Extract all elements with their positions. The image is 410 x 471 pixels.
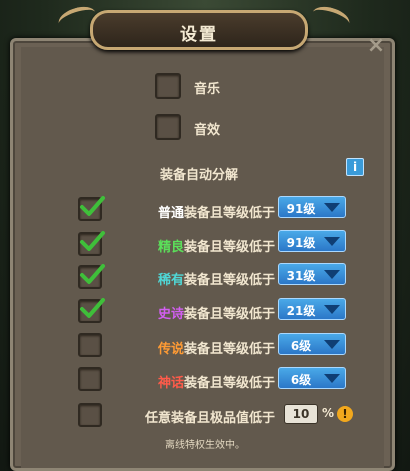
footer-status: 离线特权生效中。 xyxy=(165,440,245,451)
level-dropdown-rare[interactable]: 31级 xyxy=(278,263,346,285)
warning-icon[interactable]: ! xyxy=(337,406,353,422)
checkmark-icon xyxy=(80,196,105,216)
level-dropdown-epic[interactable]: 21级 xyxy=(278,298,346,320)
row-checkbox-legend[interactable] xyxy=(78,333,102,357)
auto-dismantle-heading: 装备自动分解 xyxy=(160,168,239,183)
quality-label: 任意装备且极品值低于 xyxy=(145,411,276,426)
panel-inner xyxy=(21,47,384,468)
level-dropdown-common[interactable]: 91级 xyxy=(278,196,346,218)
level-dropdown-fine[interactable]: 91级 xyxy=(278,230,346,252)
row-checkbox-myth[interactable] xyxy=(78,367,102,391)
row-checkbox-quality[interactable] xyxy=(78,403,102,427)
row-label-common: 普通装备且等级低于 xyxy=(158,206,276,221)
music-label: 音乐 xyxy=(194,82,221,97)
sfx-checkbox[interactable] xyxy=(155,114,181,140)
level-dropdown-legend[interactable]: 6级 xyxy=(278,333,346,355)
checkmark-icon xyxy=(80,264,105,284)
checkmark-icon xyxy=(80,231,105,251)
chevron-down-icon xyxy=(324,203,340,212)
row-label-myth: 神话装备且等级低于 xyxy=(158,376,276,391)
quality-value-input[interactable]: 10 xyxy=(284,404,318,424)
row-checkbox-fine[interactable] xyxy=(78,231,105,256)
chevron-down-icon xyxy=(324,340,340,349)
chevron-down-icon xyxy=(324,237,340,246)
percent-unit: % xyxy=(322,406,335,420)
panel-title: 设置 xyxy=(180,25,218,45)
row-checkbox-rare[interactable] xyxy=(78,264,105,289)
music-checkbox[interactable] xyxy=(155,73,181,99)
row-label-rare: 稀有装备且等级低于 xyxy=(158,273,276,288)
sfx-label: 音效 xyxy=(194,123,221,138)
row-label-epic: 史诗装备且等级低于 xyxy=(158,307,276,322)
close-icon[interactable]: × xyxy=(366,35,386,57)
chevron-down-icon xyxy=(324,305,340,314)
checkmark-icon xyxy=(80,298,105,318)
level-dropdown-myth[interactable]: 6级 xyxy=(278,367,346,389)
chevron-down-icon xyxy=(324,270,340,279)
row-label-legend: 传说装备且等级低于 xyxy=(158,342,276,357)
title-plate: 设置 xyxy=(90,10,308,50)
info-icon[interactable]: i xyxy=(346,158,364,176)
row-checkbox-epic[interactable] xyxy=(78,298,105,323)
row-checkbox-common[interactable] xyxy=(78,196,105,221)
row-label-fine: 精良装备且等级低于 xyxy=(158,240,276,255)
chevron-down-icon xyxy=(324,374,340,383)
